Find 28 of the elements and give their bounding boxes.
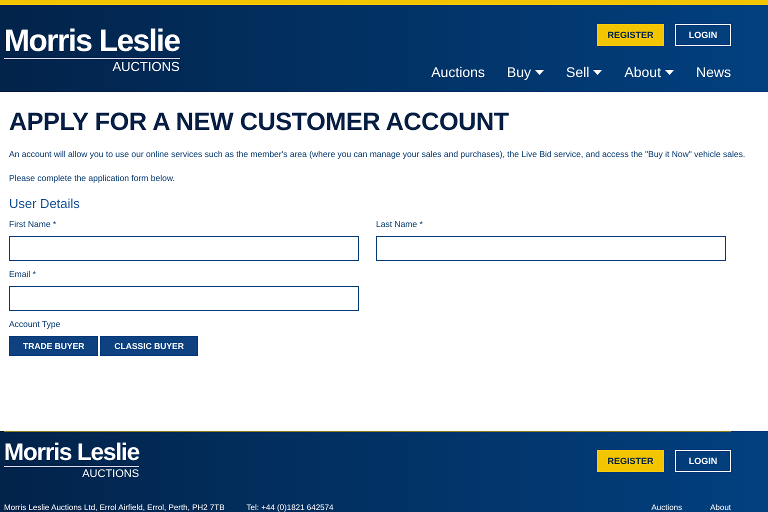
input-field[interactable] bbox=[9, 286, 359, 311]
footer-link[interactable]: About bbox=[710, 503, 731, 512]
footer-link[interactable]: Auctions bbox=[651, 503, 682, 512]
account-type-button[interactable]: CLASSIC BUYER bbox=[100, 336, 198, 356]
nav-link[interactable]: Buy bbox=[506, 64, 544, 80]
nav-link[interactable]: News bbox=[696, 64, 731, 80]
register-button[interactable]: REGISTER bbox=[597, 24, 664, 46]
nav-link[interactable]: About bbox=[624, 64, 674, 80]
login-button[interactable]: LOGIN bbox=[675, 24, 731, 46]
register-button[interactable]: REGISTER bbox=[597, 450, 664, 472]
login-button[interactable]: LOGIN bbox=[675, 450, 731, 472]
phone-text: Tel: +44 (0)1821 642574 bbox=[246, 503, 334, 512]
logo[interactable]: Morris Leslie AUCTIONS bbox=[4, 25, 180, 75]
address-text: Morris Leslie Auctions Ltd, Errol Airfield, Errol, Perth, PH2 7TB bbox=[4, 503, 225, 512]
intro-text: An account will allow you to use our online services such as the member's area (where you can manage your sales and purchases), the Live Bid service, and access the "Buy it Now" vehicle sales. bbox=[9, 148, 746, 160]
field-label: Account Type bbox=[9, 319, 62, 329]
page-title: APPLY FOR A NEW CUSTOMER ACCOUNT bbox=[9, 107, 510, 138]
field-label: First Name * bbox=[9, 219, 58, 229]
account-type-button[interactable]: TRADE BUYER bbox=[9, 336, 98, 356]
nav-link[interactable]: Sell bbox=[566, 64, 602, 80]
input-field[interactable] bbox=[376, 236, 726, 261]
nav-link[interactable]: Auctions bbox=[431, 64, 485, 80]
field-label: Last Name * bbox=[376, 219, 424, 229]
section-heading: User Details bbox=[9, 196, 81, 211]
instruction-text: Please complete the application form below. bbox=[9, 172, 176, 184]
input-field[interactable] bbox=[9, 236, 359, 261]
logo[interactable]: Morris Leslie AUCTIONS bbox=[4, 440, 140, 481]
field-label: Email * bbox=[9, 269, 37, 279]
